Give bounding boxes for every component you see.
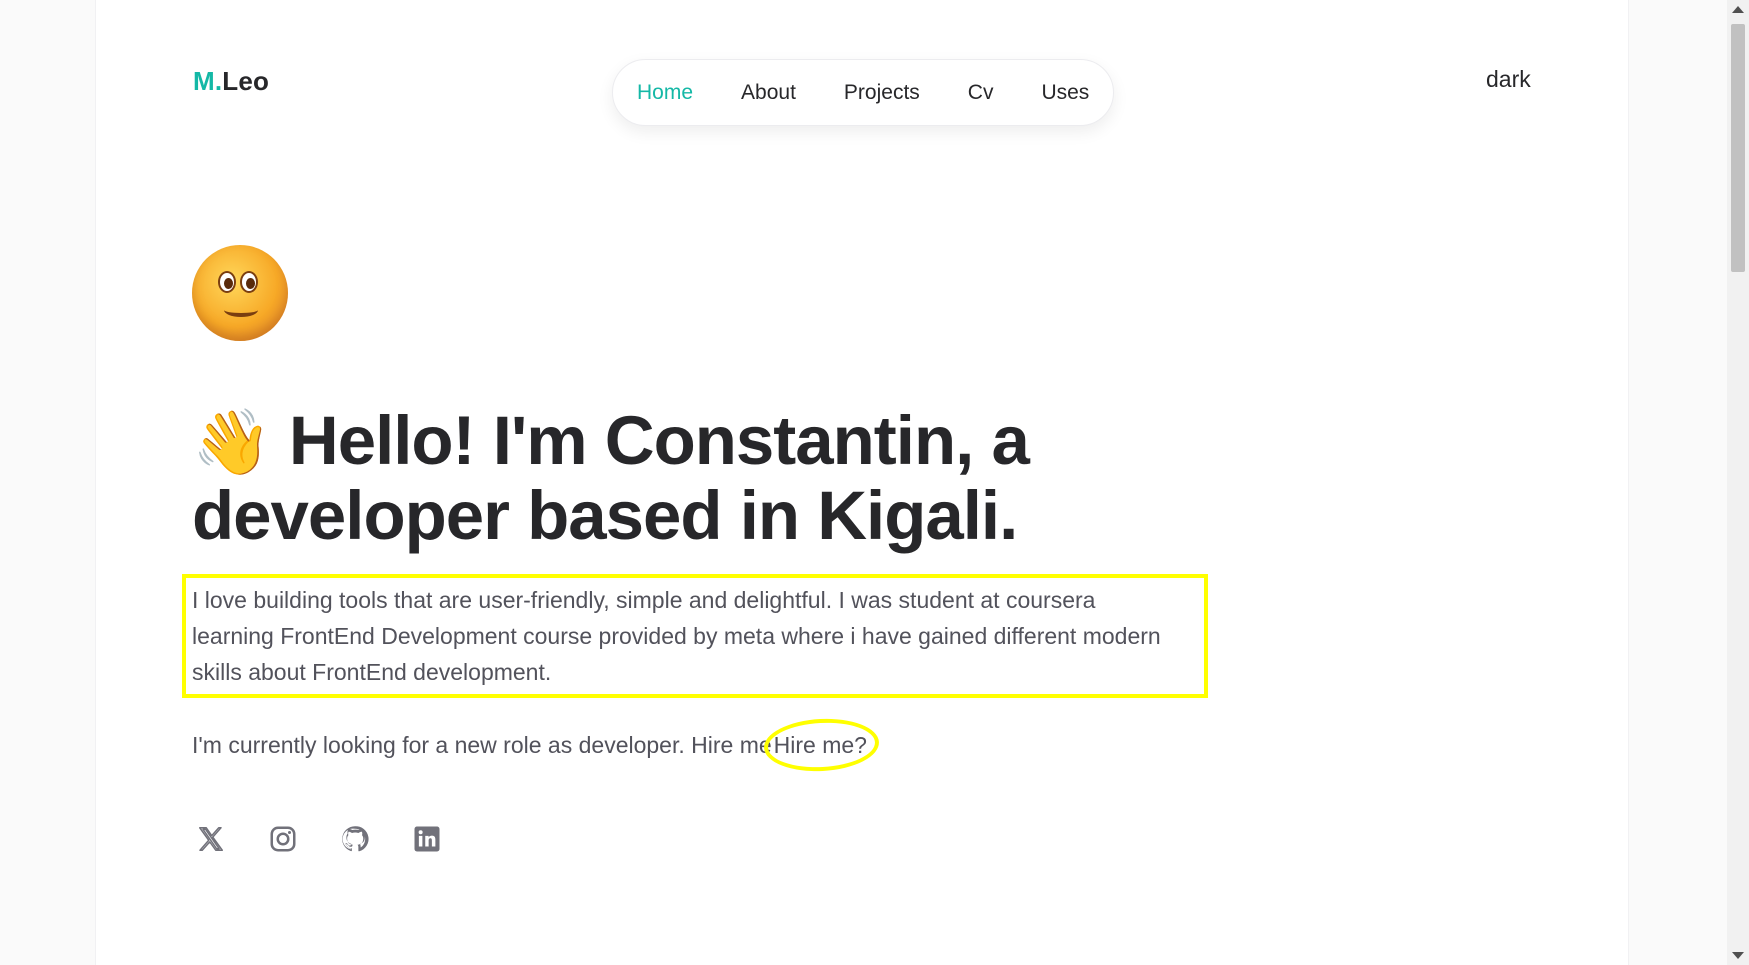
- headline-text: Hello! I'm Constantin, a developer based…: [192, 402, 1030, 554]
- hire-me-link[interactable]: Hire me?: [772, 727, 869, 763]
- hero-bio: I love building tools that are user-frie…: [192, 587, 1161, 685]
- nav-uses[interactable]: Uses: [1041, 81, 1089, 105]
- scrollbar-thumb[interactable]: [1731, 24, 1745, 272]
- scroll-down-arrow-icon[interactable]: [1732, 952, 1744, 959]
- logo-name: Leo: [222, 66, 270, 96]
- theme-toggle-button[interactable]: dark: [1486, 66, 1531, 93]
- logo-prefix: M.: [193, 66, 223, 96]
- hire-cta: I'm currently looking for a new role as …: [192, 727, 869, 763]
- page-scrollbar[interactable]: [1727, 0, 1749, 965]
- linkedin-icon[interactable]: [412, 824, 442, 854]
- social-links: [196, 824, 442, 854]
- avatar-left-eye: [218, 271, 236, 293]
- nav-projects[interactable]: Projects: [844, 81, 920, 105]
- nav-home[interactable]: Home: [637, 81, 693, 105]
- avatar-mouth: [224, 303, 258, 317]
- github-icon[interactable]: [340, 824, 370, 854]
- avatar-right-eye: [240, 271, 258, 293]
- main-nav: Home About Projects Cv Uses: [612, 59, 1115, 126]
- scroll-up-arrow-icon[interactable]: [1732, 6, 1744, 13]
- cta-text: I'm currently looking for a new role as …: [192, 732, 772, 758]
- avatar: [192, 245, 288, 341]
- nav-cv[interactable]: Cv: [968, 81, 994, 105]
- waving-hand-icon: 👋: [192, 406, 272, 478]
- nav-about[interactable]: About: [741, 81, 796, 105]
- x-twitter-icon[interactable]: [196, 824, 226, 854]
- site-logo[interactable]: M.Leo: [193, 66, 269, 97]
- hero-headline: 👋 Hello! I'm Constantin, a developer bas…: [192, 404, 1092, 553]
- instagram-icon[interactable]: [268, 824, 298, 854]
